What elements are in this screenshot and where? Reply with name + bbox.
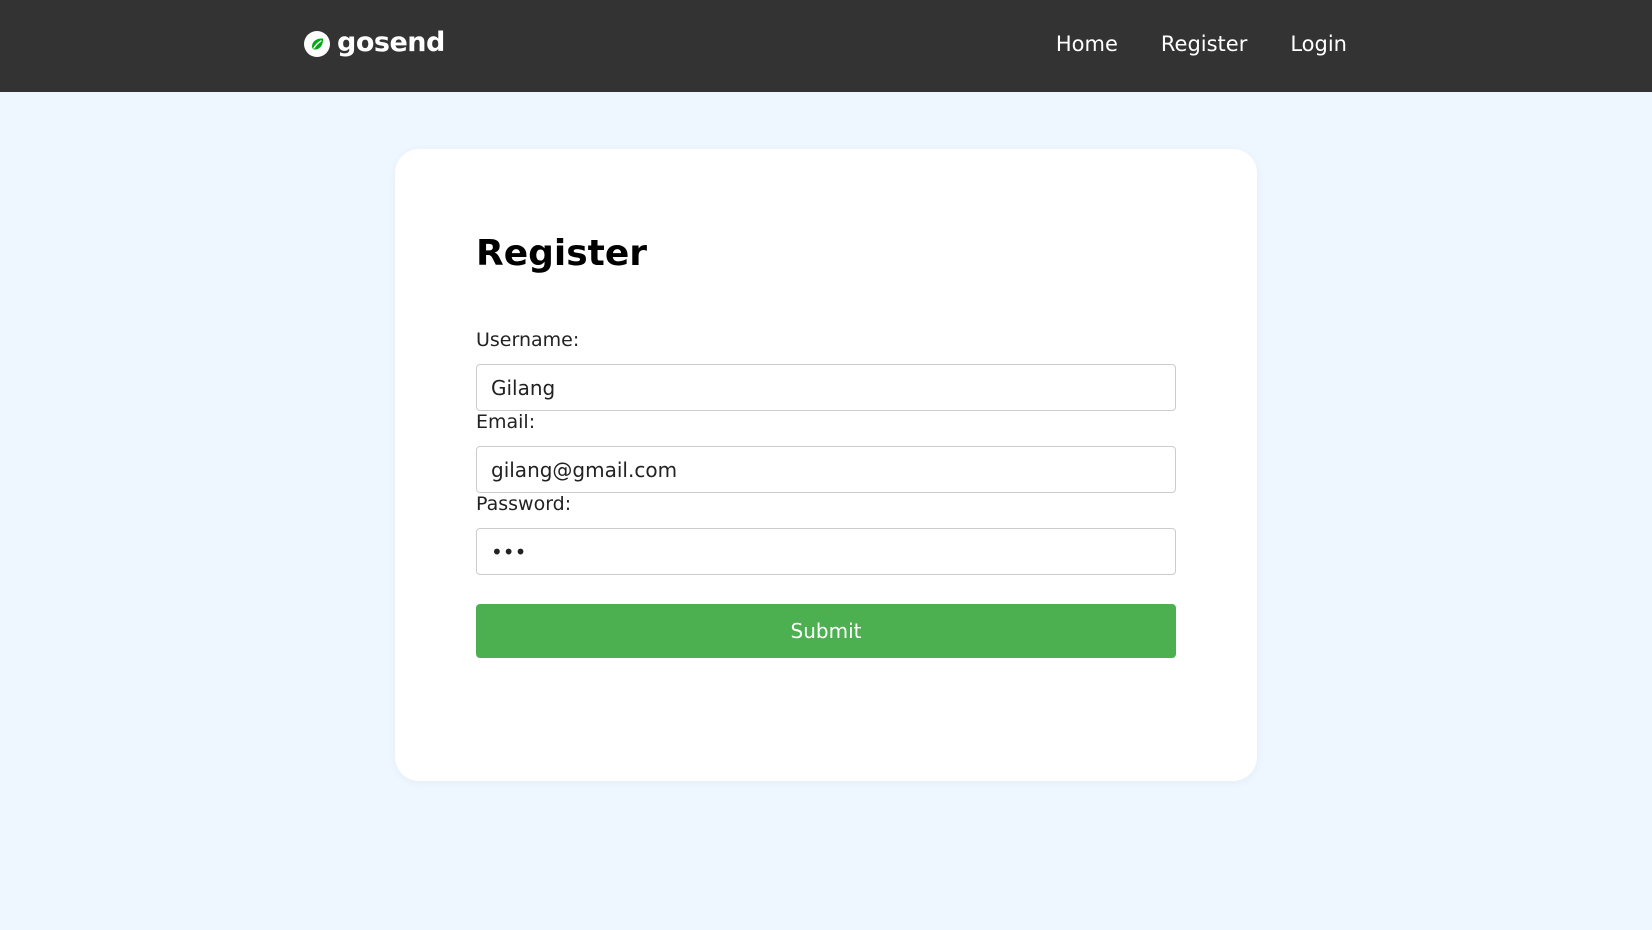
nav-link-home[interactable]: Home xyxy=(1056,32,1118,56)
gosend-logo-icon xyxy=(304,31,330,57)
username-label: Username: xyxy=(476,329,580,351)
password-input[interactable] xyxy=(476,528,1176,575)
brand-logo[interactable]: gosend xyxy=(304,22,445,62)
nav-links: Home Register Login xyxy=(1056,0,1347,88)
nav-link-register[interactable]: Register xyxy=(1161,32,1247,56)
email-label: Email: xyxy=(476,411,536,433)
top-navbar: gosend Home Register Login xyxy=(0,0,1652,92)
submit-button[interactable]: Submit xyxy=(476,604,1176,658)
username-input[interactable] xyxy=(476,364,1176,411)
password-label: Password: xyxy=(476,493,572,515)
email-input[interactable] xyxy=(476,446,1176,493)
register-card: Register Username: Email: Password: Subm… xyxy=(395,149,1257,781)
nav-link-login[interactable]: Login xyxy=(1290,32,1347,56)
brand-name: gosend xyxy=(337,26,445,58)
page-title: Register xyxy=(476,233,648,274)
